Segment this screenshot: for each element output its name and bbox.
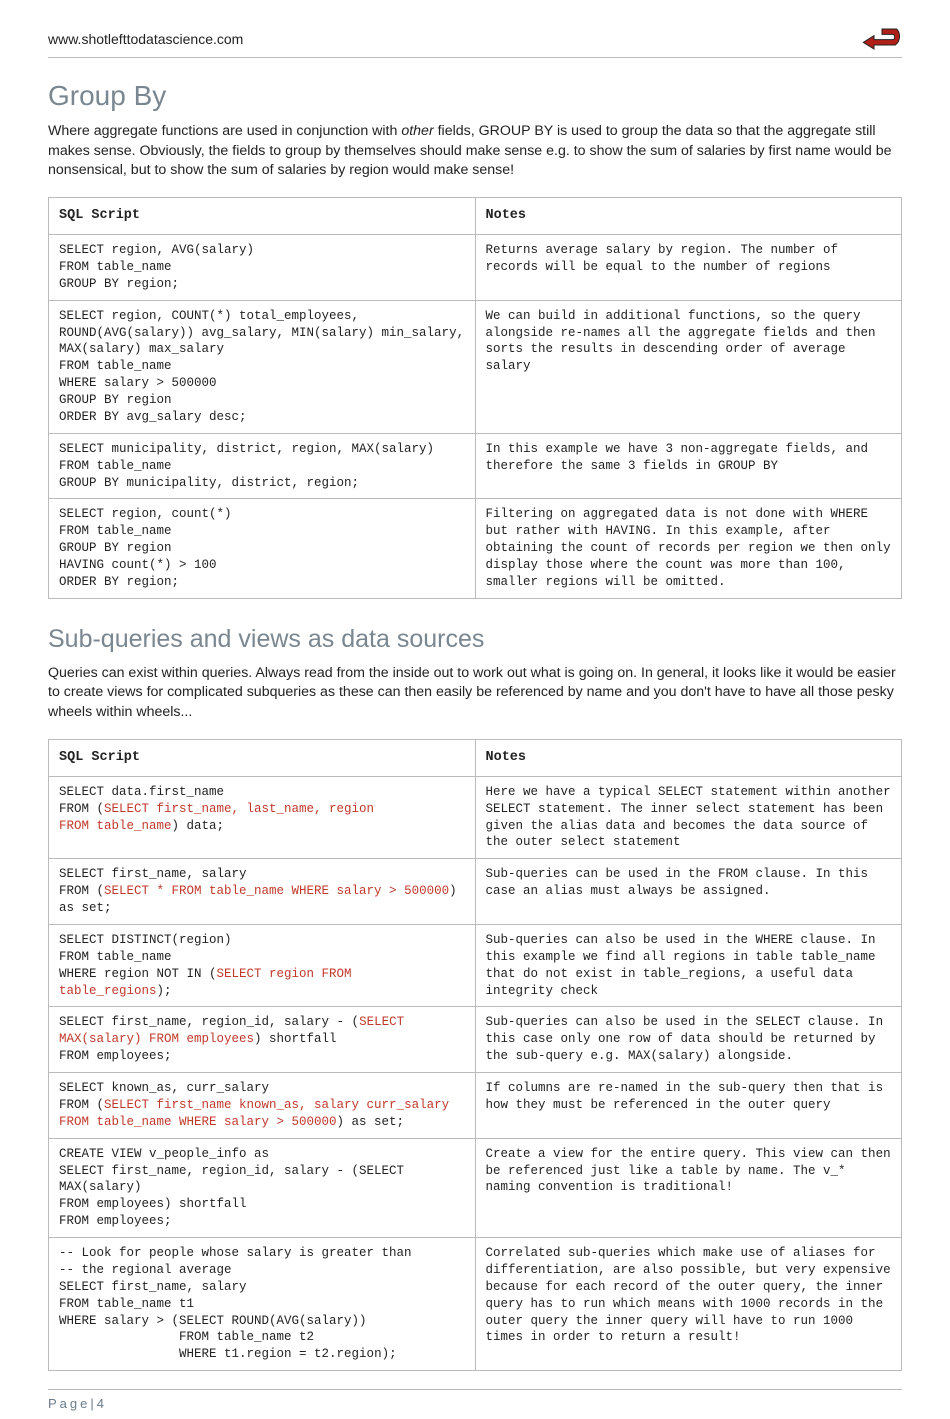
notes-cell: Filtering on aggregated data is not done… bbox=[475, 499, 902, 598]
table-row: SELECT data.first_name FROM (SELECT firs… bbox=[49, 776, 902, 859]
subqueries-intro: Queries can exist within queries. Always… bbox=[48, 664, 902, 723]
table-row: SELECT region, AVG(salary) FROM table_na… bbox=[49, 235, 902, 301]
notes-cell: Here we have a typical SELECT statement … bbox=[475, 776, 902, 859]
notes-cell: Sub-queries can be used in the FROM clau… bbox=[475, 859, 902, 925]
col-header-notes: Notes bbox=[475, 739, 902, 776]
page-header: www.shotlefttodatascience.com bbox=[48, 24, 902, 58]
notes-cell: Returns average salary by region. The nu… bbox=[475, 235, 902, 301]
table-row: SELECT first_name, region_id, salary - (… bbox=[49, 1007, 902, 1073]
section-title-group-by: Group By bbox=[48, 80, 902, 112]
notes-cell: Correlated sub-queries which make use of… bbox=[475, 1238, 902, 1371]
sql-script-cell: SELECT region, AVG(salary) FROM table_na… bbox=[49, 235, 476, 301]
page-footer: Page|4 bbox=[48, 1389, 902, 1411]
subqueries-table: SQL Script Notes SELECT data.first_name … bbox=[48, 739, 902, 1372]
notes-cell: Create a view for the entire query. This… bbox=[475, 1138, 902, 1237]
group-by-intro: Where aggregate functions are used in co… bbox=[48, 122, 902, 181]
footer-label: Page| bbox=[48, 1396, 97, 1411]
table-row: SELECT region, COUNT(*) total_employees,… bbox=[49, 300, 902, 433]
notes-cell: We can build in additional functions, so… bbox=[475, 300, 902, 433]
table-row: SELECT municipality, district, region, M… bbox=[49, 433, 902, 499]
sql-script-cell: SELECT DISTINCT(region) FROM table_name … bbox=[49, 924, 476, 1007]
col-header-notes: Notes bbox=[475, 197, 902, 234]
notes-cell: In this example we have 3 non-aggregate … bbox=[475, 433, 902, 499]
sql-script-cell: SELECT municipality, district, region, M… bbox=[49, 433, 476, 499]
table-row: CREATE VIEW v_people_info as SELECT firs… bbox=[49, 1138, 902, 1237]
sql-script-cell: SELECT region, COUNT(*) total_employees,… bbox=[49, 300, 476, 433]
sql-script-cell: SELECT known_as, curr_salary FROM (SELEC… bbox=[49, 1073, 476, 1139]
col-header-script: SQL Script bbox=[49, 197, 476, 234]
sql-script-cell: SELECT first_name, salary FROM (SELECT *… bbox=[49, 859, 476, 925]
sql-script-cell: CREATE VIEW v_people_info as SELECT firs… bbox=[49, 1138, 476, 1237]
table-row: SELECT DISTINCT(region) FROM table_name … bbox=[49, 924, 902, 1007]
notes-cell: Sub-queries can also be used in the SELE… bbox=[475, 1007, 902, 1073]
table-row: -- Look for people whose salary is great… bbox=[49, 1238, 902, 1371]
back-arrow-icon bbox=[862, 24, 902, 53]
notes-cell: Sub-queries can also be used in the WHER… bbox=[475, 924, 902, 1007]
section-title-subqueries: Sub-queries and views as data sources bbox=[48, 625, 902, 654]
sql-script-cell: SELECT data.first_name FROM (SELECT firs… bbox=[49, 776, 476, 859]
col-header-script: SQL Script bbox=[49, 739, 476, 776]
sql-script-cell: SELECT first_name, region_id, salary - (… bbox=[49, 1007, 476, 1073]
notes-cell: If columns are re-named in the sub-query… bbox=[475, 1073, 902, 1139]
page-number: 4 bbox=[97, 1396, 107, 1411]
group-by-table: SQL Script Notes SELECT region, AVG(sala… bbox=[48, 197, 902, 599]
sql-script-cell: -- Look for people whose salary is great… bbox=[49, 1238, 476, 1371]
sql-script-cell: SELECT region, count(*) FROM table_name … bbox=[49, 499, 476, 598]
table-row: SELECT region, count(*) FROM table_name … bbox=[49, 499, 902, 598]
table-row: SELECT known_as, curr_salary FROM (SELEC… bbox=[49, 1073, 902, 1139]
table-row: SELECT first_name, salary FROM (SELECT *… bbox=[49, 859, 902, 925]
site-url: www.shotlefttodatascience.com bbox=[48, 31, 243, 47]
